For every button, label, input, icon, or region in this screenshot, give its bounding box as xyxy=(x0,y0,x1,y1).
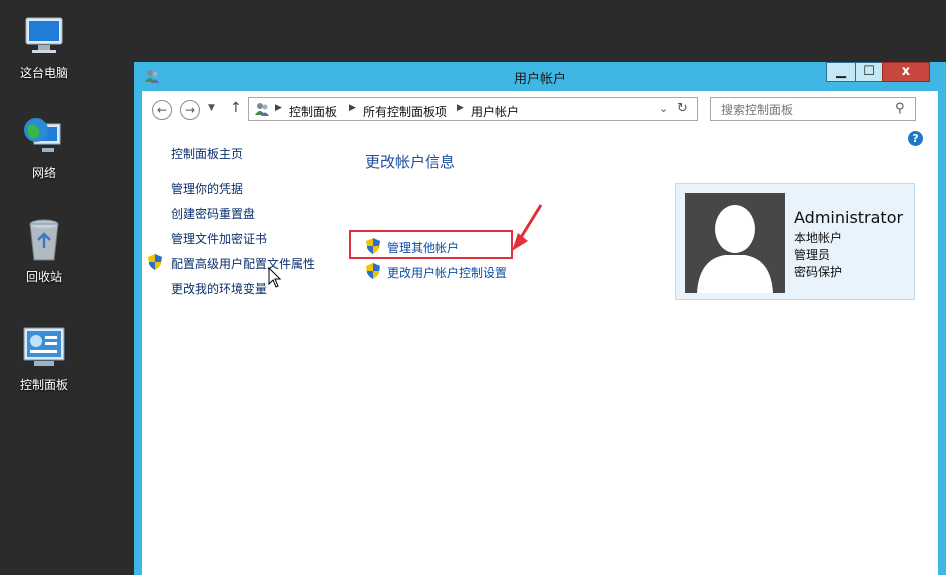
breadcrumb-separator-icon[interactable]: ▶ xyxy=(349,103,356,113)
breadcrumb-item[interactable]: 所有控制面板项 xyxy=(363,103,447,120)
account-role: 管理员 xyxy=(794,248,831,262)
window-title: 用户帐户 xyxy=(513,72,566,87)
forward-button[interactable]: → xyxy=(180,100,200,120)
recycle-bin-icon xyxy=(20,216,68,264)
nav-manage-credentials[interactable]: 管理你的凭据 xyxy=(171,180,243,197)
change-uac-settings-link[interactable]: 更改用户帐户控制设置 xyxy=(387,264,507,281)
search-icon[interactable]: ⚲ xyxy=(895,101,905,116)
desktop-icon-label: 回收站 xyxy=(25,270,62,284)
chevron-down-icon[interactable]: ⌄ xyxy=(659,102,668,115)
user-avatar-icon xyxy=(685,193,785,293)
account-type: 本地帐户 xyxy=(794,231,843,245)
uac-shield-icon xyxy=(366,263,380,279)
user-accounts-window: 用户帐户 ▁ ☐ x ← → ▼ ↑ ▶ 控制面板 ▶ 所有控制面板项 ▶ 用户… xyxy=(134,62,946,575)
control-panel-icon xyxy=(20,324,68,372)
uac-shield-icon xyxy=(148,254,162,270)
recent-locations-dropdown[interactable]: ▼ xyxy=(208,103,215,113)
up-arrow-icon[interactable]: ↑ xyxy=(230,100,242,116)
account-card: Administrator 本地帐户 管理员 密码保护 xyxy=(675,183,915,300)
nav-advanced-user-profile[interactable]: 配置高级用户配置文件属性 xyxy=(171,255,315,272)
breadcrumb-separator-icon: ▶ xyxy=(275,103,282,113)
desktop-icon-label: 网络 xyxy=(31,166,56,180)
breadcrumb-item[interactable]: 用户帐户 xyxy=(471,103,519,120)
desktop-icon-network[interactable]: 网络 xyxy=(4,112,84,181)
minimize-button[interactable]: ▁ xyxy=(826,62,856,82)
back-button[interactable]: ← xyxy=(152,100,172,120)
refresh-icon[interactable]: ↻ xyxy=(677,101,688,116)
page-heading: 更改帐户信息 xyxy=(365,153,456,171)
desktop-icon-label: 这台电脑 xyxy=(19,66,68,80)
desktop-icon-recycle-bin[interactable]: 回收站 xyxy=(4,216,84,285)
nav-manage-file-encryption-certs[interactable]: 管理文件加密证书 xyxy=(171,230,267,247)
address-bar[interactable]: ▶ 控制面板 ▶ 所有控制面板项 ▶ 用户帐户 ⌄ ↻ xyxy=(248,97,698,121)
close-button[interactable]: x xyxy=(882,62,930,82)
search-input[interactable] xyxy=(719,101,893,119)
desktop-icon-label: 控制面板 xyxy=(19,378,68,392)
account-name: Administrator xyxy=(794,208,904,227)
desktop-icon-control-panel[interactable]: 控制面板 xyxy=(4,324,84,393)
annotation-arrow-icon xyxy=(508,203,544,256)
computer-icon xyxy=(20,12,68,60)
nav-control-panel-home[interactable]: 控制面板主页 xyxy=(171,145,243,162)
mouse-cursor-icon xyxy=(268,266,282,292)
breadcrumb-item[interactable]: 控制面板 xyxy=(289,103,337,120)
nav-create-password-reset-disk[interactable]: 创建密码重置盘 xyxy=(171,205,255,222)
annotation-highlight-box xyxy=(349,230,513,259)
maximize-button[interactable]: ☐ xyxy=(855,62,883,82)
breadcrumb-separator-icon[interactable]: ▶ xyxy=(457,103,464,113)
window-content: ← → ▼ ↑ ▶ 控制面板 ▶ 所有控制面板项 ▶ 用户帐户 ⌄ ↻ 搜索控制… xyxy=(142,91,938,575)
title-bar[interactable]: 用户帐户 ▁ ☐ x xyxy=(134,62,946,90)
nav-change-environment-variables[interactable]: 更改我的环境变量 xyxy=(171,280,267,297)
search-box[interactable]: ⚲ xyxy=(710,97,916,121)
help-icon[interactable]: ? xyxy=(908,131,923,146)
users-icon xyxy=(254,101,270,120)
account-protection: 密码保护 xyxy=(794,265,843,279)
network-globe-icon xyxy=(20,112,68,160)
desktop-icon-this-pc[interactable]: 这台电脑 xyxy=(4,12,84,81)
